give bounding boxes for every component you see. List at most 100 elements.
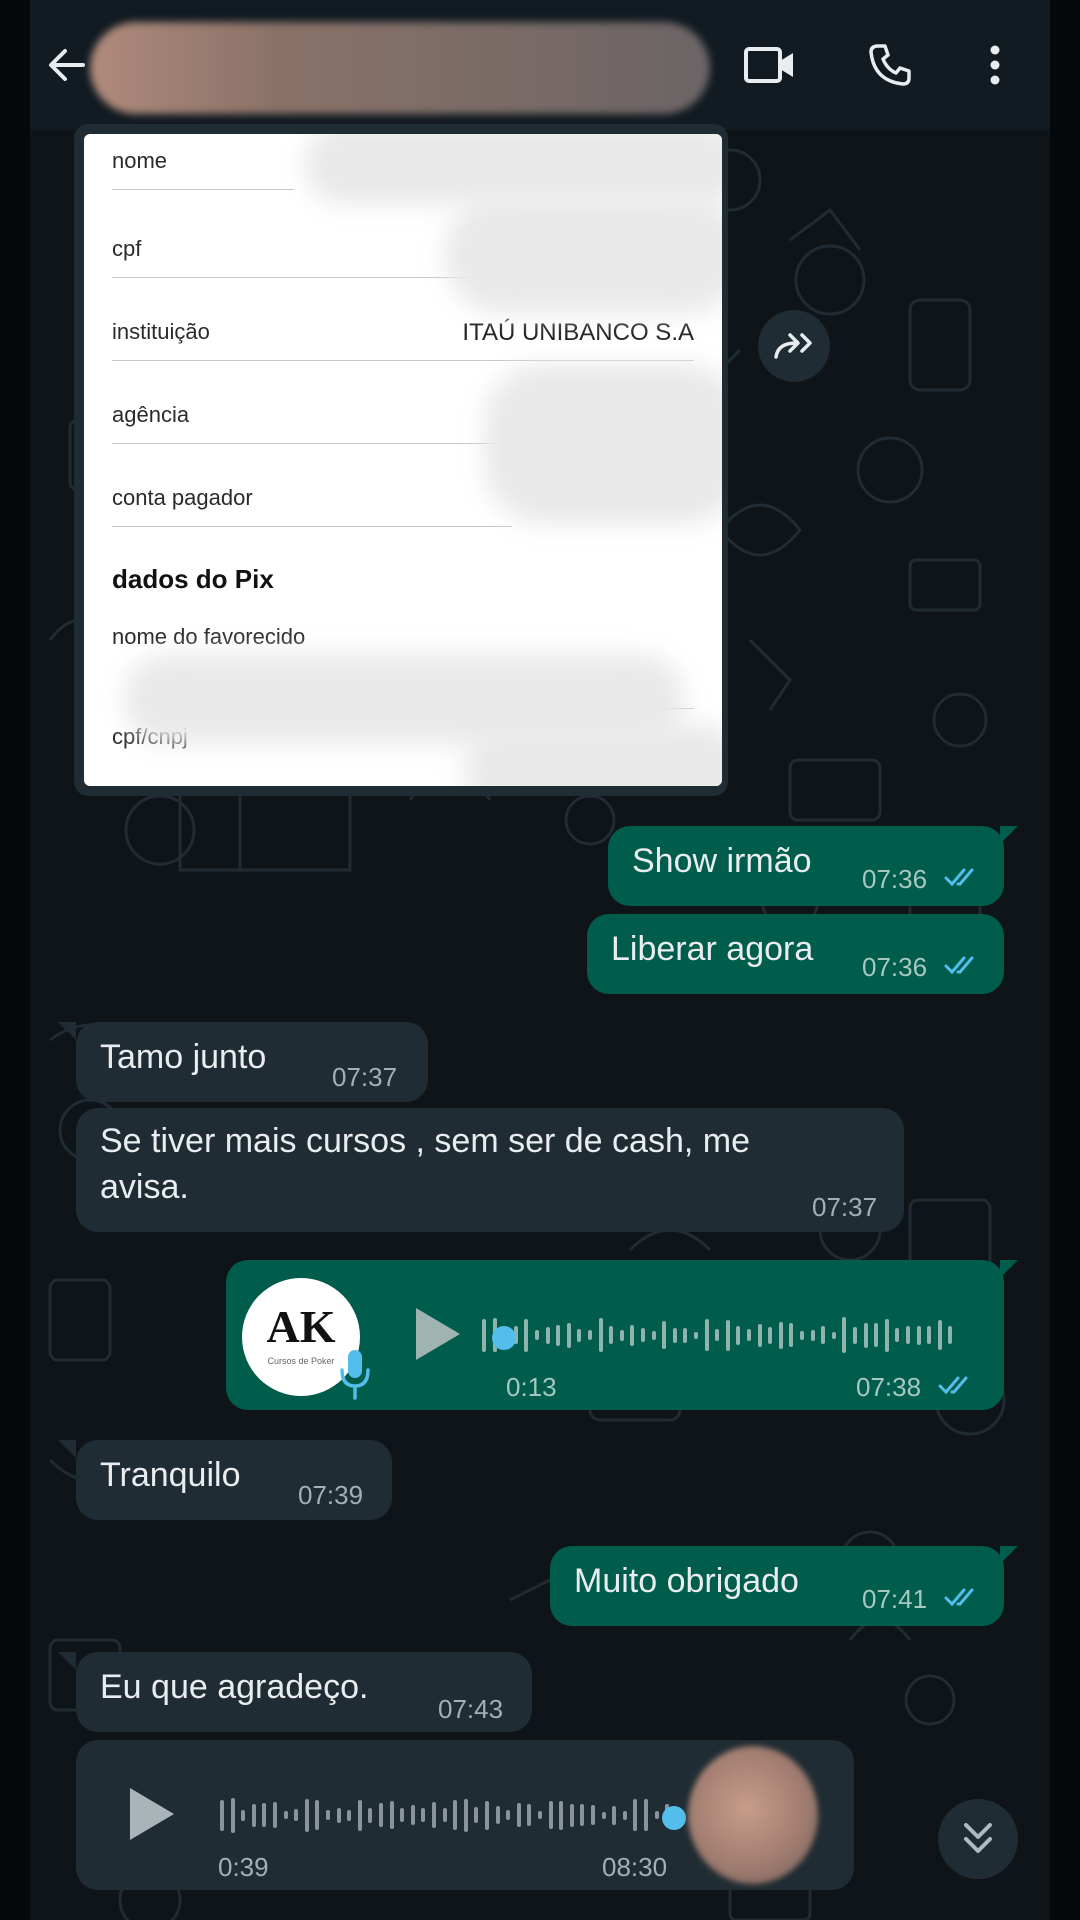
waveform-bar bbox=[778, 1321, 783, 1349]
waveform-bar bbox=[612, 1805, 617, 1825]
video-call-button[interactable] bbox=[735, 30, 805, 100]
payment-receipt-image[interactable]: nome cpf instituição ITAÚ UNIBANCO S.A a… bbox=[84, 134, 722, 786]
waveform-bar bbox=[641, 1328, 645, 1342]
message-bubble-in[interactable]: Tranquilo 07:39 bbox=[76, 1440, 392, 1520]
message-time: 07:41 bbox=[862, 1584, 928, 1614]
forward-icon bbox=[774, 333, 812, 359]
waveform-bar bbox=[609, 1326, 614, 1344]
receipt-label: conta pagador bbox=[112, 485, 253, 510]
waveform-bar bbox=[474, 1807, 479, 1823]
bubble-tail bbox=[58, 1652, 76, 1670]
waveform-bar bbox=[757, 1323, 762, 1347]
voice-waveform[interactable] bbox=[482, 1308, 970, 1362]
waveform-bar bbox=[442, 1808, 447, 1822]
forward-button[interactable] bbox=[758, 310, 830, 382]
waveform-bar bbox=[694, 1331, 698, 1339]
receipt-label: nome do favorecido bbox=[112, 624, 306, 649]
message-text-line-2: avisa. bbox=[100, 1168, 189, 1206]
waveform-bar bbox=[535, 1330, 539, 1340]
redaction-blur bbox=[444, 194, 722, 314]
redaction-blur bbox=[464, 724, 722, 786]
voice-message-bubble-in[interactable]: 0:39 08:30 bbox=[76, 1740, 854, 1890]
waveform-bar bbox=[559, 1800, 564, 1830]
message-time: 07:37 bbox=[812, 1192, 878, 1222]
waveform-bar bbox=[326, 1810, 330, 1820]
message-bubble-in[interactable]: Eu que agradeço. 07:43 bbox=[76, 1652, 532, 1732]
waveform-bar bbox=[495, 1806, 500, 1824]
waveform-bar bbox=[368, 1807, 373, 1823]
receipt-section-title: dados do Pix bbox=[112, 564, 274, 594]
waveform-bar bbox=[821, 1326, 826, 1344]
waveform-bar bbox=[506, 1810, 511, 1820]
message-time: 07:37 bbox=[332, 1062, 398, 1092]
message-time: 07:39 bbox=[298, 1480, 364, 1510]
waveform-bar bbox=[789, 1323, 794, 1347]
read-receipt-icon bbox=[944, 1588, 974, 1607]
bubble-tail bbox=[1000, 826, 1018, 844]
receipt-label: agência bbox=[112, 402, 190, 427]
receipt-label: instituição bbox=[112, 319, 210, 344]
chat-header bbox=[30, 0, 1050, 130]
more-options-button[interactable] bbox=[960, 30, 1030, 100]
message-bubble-out[interactable]: Show irmão 07:36 bbox=[608, 826, 1004, 906]
waveform-bar bbox=[853, 1326, 857, 1344]
waveform-bar bbox=[630, 1324, 635, 1346]
message-bubble-out[interactable]: Muito obrigado 07:41 bbox=[550, 1546, 1004, 1626]
message-text-line-1: Se tiver mais cursos , sem ser de cash, … bbox=[100, 1122, 750, 1160]
chat-screen: nome cpf instituição ITAÚ UNIBANCO S.A a… bbox=[0, 0, 1080, 1920]
read-receipt-icon bbox=[938, 1376, 968, 1395]
redaction-blur bbox=[484, 364, 722, 524]
waveform-bar bbox=[453, 1800, 458, 1830]
right-edge bbox=[1050, 0, 1080, 1920]
waveform-bar bbox=[524, 1318, 529, 1352]
voice-call-button[interactable] bbox=[855, 30, 925, 100]
message-bubble-in[interactable]: Se tiver mais cursos , sem ser de cash, … bbox=[76, 1108, 904, 1232]
playback-cursor[interactable] bbox=[492, 1326, 516, 1350]
contact-name-redacted[interactable] bbox=[90, 22, 710, 114]
voice-waveform[interactable] bbox=[220, 1788, 690, 1842]
waveform-bar bbox=[622, 1810, 627, 1820]
message-time: 07:36 bbox=[862, 952, 928, 982]
avatar-logo: AK bbox=[266, 1301, 336, 1352]
waveform-bar bbox=[556, 1324, 561, 1346]
message-time: 07:43 bbox=[438, 1694, 504, 1724]
waveform-bar bbox=[927, 1326, 932, 1344]
waveform-bar bbox=[937, 1320, 942, 1350]
waveform-bar bbox=[463, 1798, 468, 1832]
waveform-bar bbox=[400, 1808, 405, 1822]
playback-cursor[interactable] bbox=[662, 1806, 686, 1830]
waveform-bar bbox=[389, 1801, 394, 1829]
message-bubble-out[interactable]: Liberar agora 07:36 bbox=[587, 914, 1004, 994]
waveform-bar bbox=[220, 1799, 224, 1831]
message-time: 07:36 bbox=[862, 864, 928, 894]
voice-duration: 0:13 bbox=[506, 1372, 557, 1402]
waveform-bar bbox=[704, 1319, 709, 1351]
waveform-bar bbox=[566, 1322, 571, 1348]
message-text: Muito obrigado bbox=[574, 1562, 799, 1600]
waveform-bar bbox=[800, 1330, 804, 1340]
waveform-bar bbox=[262, 1803, 267, 1827]
waveform-bar bbox=[357, 1799, 362, 1831]
play-icon[interactable] bbox=[126, 1784, 178, 1844]
play-icon[interactable] bbox=[412, 1304, 464, 1364]
sender-avatar-redacted[interactable] bbox=[688, 1746, 818, 1884]
waveform-bar bbox=[895, 1328, 900, 1342]
waveform-bar bbox=[516, 1803, 521, 1827]
waveform-bar bbox=[644, 1799, 648, 1831]
waveform-bar bbox=[230, 1797, 235, 1833]
voice-message-bubble-out[interactable]: AK Cursos de Poker 0:13 07:38 bbox=[226, 1260, 1004, 1410]
message-bubble-in[interactable]: Tamo junto 07:37 bbox=[76, 1022, 428, 1102]
voice-duration: 0:39 bbox=[218, 1852, 269, 1882]
waveform-bar bbox=[651, 1330, 656, 1340]
receipt-label: cpf bbox=[112, 236, 142, 261]
waveform-bar bbox=[336, 1807, 341, 1823]
message-text: Tamo junto bbox=[100, 1038, 267, 1076]
waveform-bar bbox=[294, 1809, 299, 1821]
waveform-bar bbox=[580, 1804, 585, 1826]
scroll-to-bottom-button[interactable] bbox=[938, 1799, 1018, 1879]
waveform-bar bbox=[736, 1325, 741, 1345]
waveform-bar bbox=[421, 1808, 426, 1822]
waveform-bar bbox=[577, 1328, 582, 1342]
waveform-bar bbox=[251, 1803, 256, 1827]
message-time: 07:38 bbox=[856, 1372, 922, 1402]
